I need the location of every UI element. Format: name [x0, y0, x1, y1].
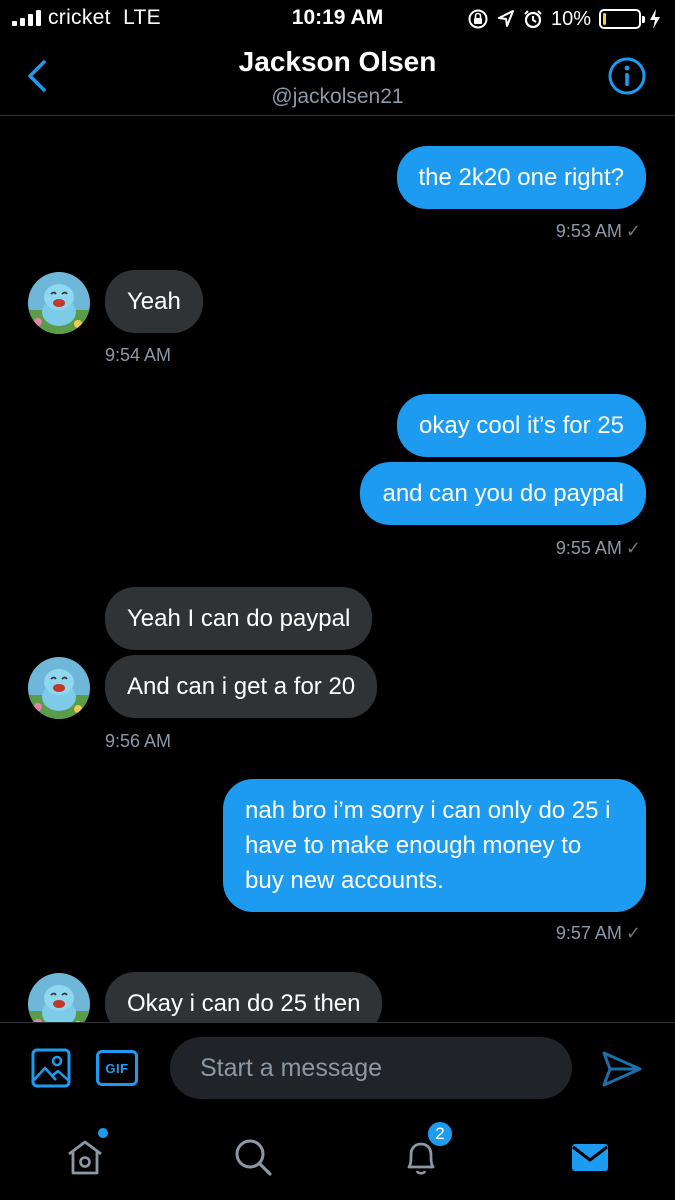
- notifications-badge: 2: [426, 1120, 454, 1148]
- tab-home[interactable]: [60, 1128, 110, 1180]
- send-icon[interactable]: [600, 1049, 644, 1089]
- image-icon[interactable]: [30, 1047, 72, 1089]
- incoming-message[interactable]: Okay i can do 25 then: [105, 972, 383, 1022]
- status-bar: cricket LTE 10:19 AM 10%: [0, 0, 675, 38]
- message-timestamp: 9:57 AM ✓: [555, 923, 641, 943]
- battery-cap: [642, 16, 645, 23]
- message-timestamp: 9:56 AM: [105, 731, 172, 751]
- tab-bar: 2: [0, 1114, 675, 1200]
- outgoing-message[interactable]: and can you do paypal: [360, 462, 646, 525]
- message-timestamp: 9:54 AM: [105, 345, 172, 365]
- search-icon: [235, 1139, 272, 1176]
- contact-handle: @jackolsen21: [271, 85, 404, 108]
- contact-name[interactable]: Jackson Olsen: [0, 46, 675, 78]
- home-icon: [68, 1140, 102, 1175]
- conversation-header: Jackson Olsen @jackolsen21: [0, 38, 675, 116]
- info-icon[interactable]: [607, 56, 647, 96]
- message-input[interactable]: [170, 1037, 572, 1099]
- message-composer: GIF: [0, 1022, 675, 1114]
- battery-level-fill: [603, 13, 607, 25]
- location-arrow-icon: [497, 10, 514, 27]
- tab-search[interactable]: [228, 1134, 278, 1180]
- orientation-lock-icon: [468, 9, 488, 29]
- tab-notifications[interactable]: 2: [396, 1120, 454, 1180]
- outgoing-message[interactable]: nah bro i’m sorry i can only do 25 i hav…: [223, 779, 646, 912]
- messages-icon: [572, 1144, 608, 1171]
- message-timestamp: 9:55 AM ✓: [555, 538, 641, 558]
- battery-percent: 10%: [550, 7, 591, 30]
- outgoing-message[interactable]: the 2k20 one right?: [396, 146, 646, 209]
- home-new-dot: [98, 1128, 108, 1138]
- gif-button[interactable]: GIF: [96, 1050, 138, 1086]
- status-right-group: 10%: [467, 6, 661, 32]
- charging-bolt-icon: [650, 9, 660, 29]
- alarm-icon: [524, 10, 542, 29]
- battery-icon: [599, 9, 645, 29]
- avatar[interactable]: [28, 657, 90, 719]
- incoming-message[interactable]: Yeah: [105, 270, 203, 333]
- outgoing-message[interactable]: okay cool it’s for 25: [397, 394, 646, 457]
- message-thread[interactable]: the 2k20 one right? 9:53 AM ✓ Yeah 9:54 A…: [0, 117, 675, 1022]
- incoming-message[interactable]: And can i get a for 20: [105, 655, 378, 718]
- avatar[interactable]: [28, 973, 90, 1022]
- avatar[interactable]: [28, 272, 90, 334]
- tab-messages[interactable]: [565, 1134, 615, 1180]
- incoming-message[interactable]: Yeah I can do paypal: [105, 587, 373, 650]
- message-timestamp: 9:53 AM ✓: [555, 221, 641, 241]
